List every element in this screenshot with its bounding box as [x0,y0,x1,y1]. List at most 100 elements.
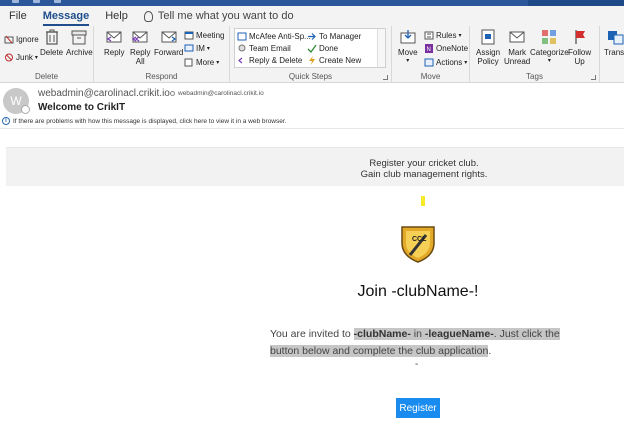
chevron-down-icon: ▾ [216,60,220,66]
more-button[interactable]: More ▾ [184,57,219,68]
move-icon [400,30,416,44]
reply-all-label-1: Reply [130,48,151,57]
ignore-button[interactable]: Ignore [4,34,39,45]
undo-icon[interactable] [33,0,40,3]
delete-group: Ignore Junk ▾ Delete Archive Delete [0,26,94,83]
im-icon [184,44,194,52]
follow-up-label-2: Up [574,57,585,66]
assign-policy-button[interactable]: Assign Policy [476,28,500,66]
tags-group-label: Tags [526,72,543,81]
sender-address[interactable]: webadmin@carolinacl.crikit.io [38,88,170,99]
delete-button[interactable]: Delete [40,28,63,57]
menu-bar: File Message Help Tell me what you want … [0,6,624,26]
im-button[interactable]: IM ▾ [184,43,210,54]
save-icon[interactable] [12,0,19,3]
redo-icon[interactable] [54,0,61,3]
quick-steps-launcher[interactable] [383,75,388,80]
reply-button[interactable]: Reply [104,28,124,57]
presence-icon [21,105,30,114]
logo-text: CCL [412,236,427,243]
separator-dash: - [415,359,419,370]
follow-up-button[interactable]: Follow Up [568,28,591,66]
assign-policy-label-2: Policy [477,57,499,66]
forward-button[interactable]: Forward [154,28,183,57]
quick-access-toolbar [12,0,61,5]
arrow-right-icon [308,33,316,40]
recipient-presence-icon [170,91,175,96]
avatar-initial: W [10,94,22,108]
message-header: W webadmin@carolinacl.crikit.io webadmin… [0,84,624,129]
reply-all-button[interactable]: Reply All [130,28,150,66]
ribbon: Ignore Junk ▾ Delete Archive Delete Reply… [0,26,624,83]
invite-in: in [410,328,425,340]
quick-steps-scrollbar[interactable] [377,29,385,67]
quick-step-team-email[interactable]: Team Email [237,43,291,54]
delete-group-label: Delete [34,72,59,81]
ignore-label: Ignore [16,35,39,44]
respond-group-label: Respond [145,72,178,81]
mark-unread-button[interactable]: Mark Unread [504,28,530,66]
im-label: IM [196,44,205,53]
delete-label: Delete [40,48,64,57]
junk-button[interactable]: Junk ▾ [4,52,38,63]
menu-file[interactable]: File [9,10,27,22]
chevron-down-icon: ▾ [406,58,410,64]
recipient-line[interactable]: webadmin@carolinacl.crikit.io [170,90,264,97]
move-label: Move [398,48,418,57]
quick-steps-group-label: Quick Steps [288,72,333,81]
info-bar-text: If there are problems with how this mess… [13,117,287,125]
translate-button[interactable]: Transl [604,28,624,57]
more-icon [184,58,193,67]
quick-step-create-new[interactable]: Create New [307,55,361,66]
lightning-icon [309,56,315,65]
invite-period: . [488,345,492,357]
info-icon: i [2,117,10,125]
check-icon [307,44,317,53]
reply-all-label-2: All [135,57,145,66]
actions-icon [424,58,434,67]
junk-label: Junk [16,53,33,62]
quick-step-done[interactable]: Done [307,43,338,54]
mark-unread-label-1: Mark [508,48,527,57]
quick-step-mcafee[interactable]: McAfee Anti-Sp... [237,31,311,42]
rules-button[interactable]: Rules ▾ [424,30,461,41]
email-body: Register your cricket club. Gain club ma… [0,130,624,441]
banner-line-2: Gain club management rights. [360,169,488,180]
archive-button[interactable]: Archive [66,28,93,57]
quick-step-to-manager[interactable]: To Manager [307,31,361,42]
rules-icon [424,31,434,40]
chevron-down-icon: ▾ [206,46,210,52]
translate-icon [607,31,624,45]
menu-message[interactable]: Message [42,10,90,26]
junk-icon [5,53,13,62]
quick-step-label: Reply & Delete [249,56,303,65]
forward-icon [161,31,177,43]
club-logo: CCL [401,226,435,263]
tags-launcher[interactable] [591,75,596,80]
mail-icon [237,32,247,41]
forward-label: Forward [154,48,184,57]
quick-step-label: Team Email [249,44,291,53]
invite-prefix: You are invited to [270,328,354,340]
mark-unread-label-2: Unread [504,57,531,66]
trash-icon [45,29,58,45]
recipient-address: webadmin@carolinacl.crikit.io [178,90,264,97]
quick-steps-gallery: McAfee Anti-Sp... Team Email Reply & Del… [234,28,386,68]
menu-help[interactable]: Help [105,10,128,22]
archive-label: Archive [66,48,93,57]
club-name: -clubName- [353,328,411,340]
email-banner: Register your cricket club. Gain club ma… [6,147,624,186]
respond-group: Reply Reply All Forward Meeting IM ▾ More… [94,26,230,83]
meeting-button[interactable]: Meeting [184,30,224,41]
ignore-icon [4,35,14,44]
quick-step-label: McAfee Anti-Sp... [249,32,311,41]
quick-step-reply-delete[interactable]: Reply & Delete [237,55,302,66]
register-button[interactable]: Register [396,398,440,418]
onenote-button[interactable]: N OneNote [424,43,468,54]
actions-button[interactable]: Actions ▾ [424,57,467,68]
actions-label: Actions [436,58,463,67]
info-bar[interactable]: i If there are problems with how this me… [2,117,286,125]
categorize-button[interactable]: Categorize ▾ [530,28,569,66]
move-button[interactable]: Move ▾ [398,28,418,66]
tell-me-search[interactable]: Tell me what you want to do [143,10,294,22]
